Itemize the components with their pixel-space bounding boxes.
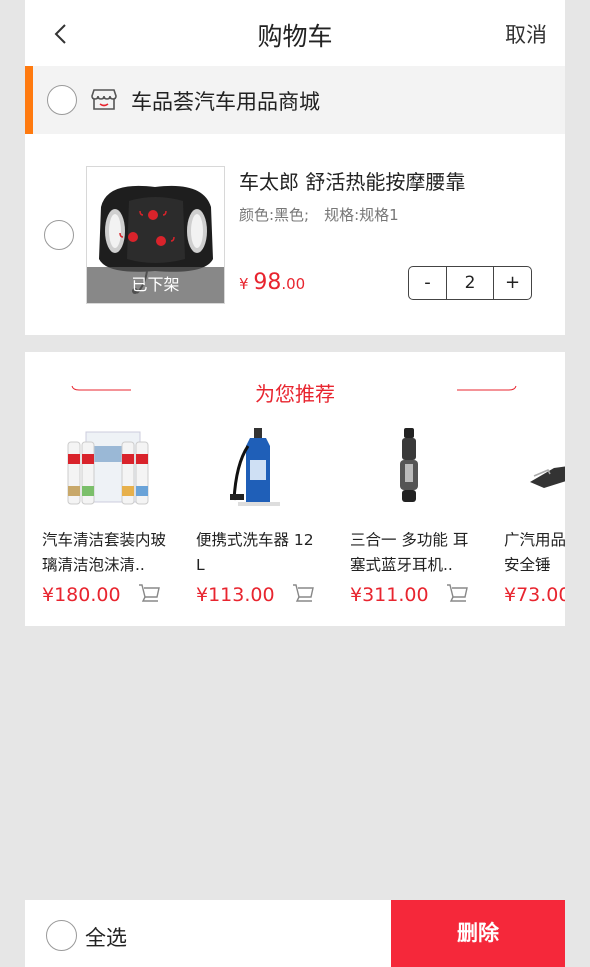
recommend-title: 为您推荐 (255, 382, 335, 406)
store-accent-bar (25, 66, 33, 134)
price-decimal: .00 (281, 275, 306, 293)
top-nav-bar: 购物车 取消 (25, 0, 565, 67)
store-icon (91, 89, 117, 110)
recommend-item-name: 三合一 多功能 耳塞式蓝牙耳机.. (350, 531, 469, 574)
page-title: 购物车 (257, 22, 333, 51)
recommend-item-name: 广汽用品 多功能安全锤 (504, 531, 565, 574)
price-integer: 98 (253, 270, 282, 295)
recommend-item[interactable]: 广汽用品 多功能安全锤 ¥73.00 (504, 424, 565, 606)
recommend-section: 为您推荐 汽车清洁套装内玻璃清洁泡沫清.. ¥180.00 便携式洗车器 12 … (25, 352, 565, 626)
product-title[interactable]: 车太郎 舒活热能按摩腰靠 (239, 166, 465, 195)
store-select-checkbox[interactable] (47, 85, 77, 115)
delete-button[interactable]: 删除 (391, 900, 565, 967)
product-spec: 颜色:黑色; 规格:规格1 (239, 206, 399, 224)
cleaning-kit-image (67, 431, 149, 505)
store-row: 车品荟汽车用品商城 (25, 66, 565, 134)
portable-washer-image (230, 428, 280, 506)
bottom-action-bar: 全选 删除 (25, 900, 565, 967)
recommend-item[interactable]: 汽车清洁套装内玻璃清洁泡沫清.. ¥180.00 (42, 424, 177, 606)
recommend-item-image (350, 424, 485, 516)
recommend-item[interactable]: 三合一 多功能 耳塞式蓝牙耳机.. ¥311.00 (350, 424, 485, 606)
item-select-checkbox[interactable] (44, 220, 74, 250)
add-to-cart-icon[interactable] (138, 582, 160, 604)
add-to-cart-icon[interactable] (446, 582, 468, 604)
store-name[interactable]: 车品荟汽车用品商城 (131, 86, 320, 116)
quantity-value[interactable]: 2 (446, 267, 494, 299)
recommend-item-price: ¥180.00 (42, 584, 121, 606)
select-all-label[interactable]: 全选 (85, 922, 127, 952)
recommend-item-image (42, 424, 177, 516)
decrease-quantity-button[interactable]: - (409, 267, 446, 299)
recommend-item-name: 便携式洗车器 12 L (196, 531, 314, 574)
recommend-item-image (196, 424, 331, 516)
recommend-item-price: ¥73.00 (504, 584, 565, 606)
cart-item: 已下架 车太郎 舒活热能按摩腰靠 颜色:黑色; 规格:规格1 ¥ 98.00 -… (25, 134, 565, 335)
price-currency: ¥ (239, 275, 249, 293)
add-to-cart-icon[interactable] (292, 582, 314, 604)
increase-quantity-button[interactable]: + (494, 267, 531, 299)
recommend-item-image (504, 424, 565, 516)
title-ornament-right (457, 385, 517, 391)
quantity-stepper: - 2 + (408, 266, 532, 300)
off-shelf-badge: 已下架 (87, 267, 224, 303)
product-price: ¥ 98.00 (239, 270, 305, 295)
bluetooth-earphone-image (400, 428, 418, 502)
product-image[interactable]: 已下架 (86, 166, 225, 304)
recommend-item[interactable]: 便携式洗车器 12 L ¥113.00 (196, 424, 331, 606)
recommend-item-name: 汽车清洁套装内玻璃清洁泡沫清.. (42, 531, 166, 574)
safety-hammer-image (530, 466, 565, 488)
recommend-item-price: ¥311.00 (350, 584, 429, 606)
select-all-checkbox[interactable] (46, 920, 77, 951)
recommend-item-price: ¥113.00 (196, 584, 275, 606)
cancel-button[interactable]: 取消 (505, 19, 547, 49)
